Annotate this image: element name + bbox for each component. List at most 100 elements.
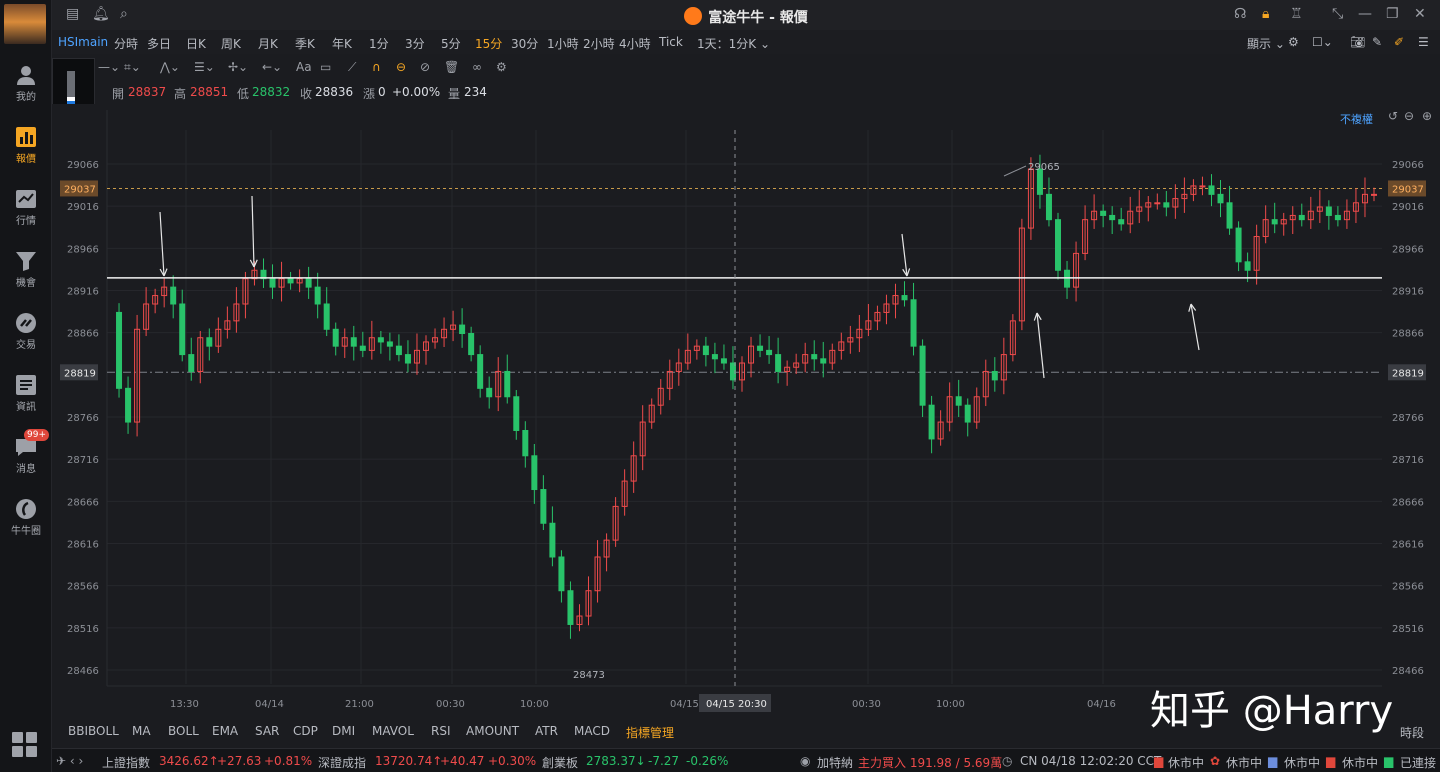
indicator-tab[interactable]: BBIBOLL — [68, 724, 119, 738]
headset-icon[interactable]: ☊ — [1234, 6, 1246, 22]
candle-body — [766, 349, 773, 356]
sidebar-label: 我的 — [16, 92, 36, 103]
user-avatar[interactable] — [4, 4, 46, 44]
tab-timeframe[interactable]: 5分 — [441, 35, 461, 52]
tab-timeframe[interactable]: 周K — [221, 35, 241, 52]
indicator-tab[interactable]: RSI — [431, 724, 451, 738]
y-tick-label-right: 28516 — [1392, 624, 1424, 635]
tab-timeframe[interactable]: 2小時 — [583, 35, 615, 52]
close-icon[interactable]: ✕ — [1414, 6, 1426, 22]
connection-icon: ▆ — [1384, 754, 1394, 768]
wave-tool-icon[interactable]: ⋀⌄ — [160, 60, 180, 74]
hk-flag-icon: ✿ — [1210, 754, 1221, 768]
tab-timeframe[interactable]: Tick — [659, 35, 683, 49]
tab-timeframe[interactable]: 多日 — [147, 35, 171, 52]
symbol-label[interactable]: HSImain — [58, 35, 108, 49]
pin-icon[interactable]: ✈ ‹ › — [56, 754, 83, 768]
indicator-tab[interactable]: CDP — [293, 724, 318, 738]
indicator-tab[interactable]: AMOUNT — [466, 724, 519, 738]
edit-icon[interactable]: ✎ — [1372, 35, 1382, 49]
tab-timeframe[interactable]: 日K — [186, 35, 206, 52]
y-tick-label: 28466 — [67, 666, 99, 677]
sidebar-item-trade[interactable]: 交易 — [0, 304, 52, 356]
y-tick-label-right: 28666 — [1392, 497, 1424, 508]
tab-timeframe[interactable]: 1分 — [369, 35, 389, 52]
indicator-tab[interactable]: MA — [132, 724, 151, 738]
fib-tool-icon[interactable]: ☰⌄ — [194, 60, 215, 74]
eraser-icon[interactable]: ⟋ — [348, 60, 356, 75]
tab-timeframe[interactable]: 季K — [295, 35, 315, 52]
x-tick-label: 10:00 — [520, 699, 549, 710]
indicator-tab[interactable]: SAR — [255, 724, 279, 738]
candle-body — [350, 337, 357, 347]
y-tick-label-right: 28566 — [1392, 582, 1424, 593]
tab-timeframe[interactable]: 月K — [258, 35, 278, 52]
indicator-tab[interactable]: DMI — [332, 724, 355, 738]
tab-timeframe[interactable]: 4小時 — [619, 35, 651, 52]
layout-icon[interactable]: ☐⌄ — [1312, 35, 1333, 49]
cross-tool-icon[interactable]: ✢⌄ — [228, 60, 248, 74]
y-tick-label: 28766 — [67, 413, 99, 424]
tab-timeframe[interactable]: 30分 — [511, 35, 538, 52]
crosshair-x-label: 04/15 20:30 — [706, 699, 767, 710]
tab-timeframe[interactable]: 1小時 — [547, 35, 579, 52]
tab-timeframe-active[interactable]: 15分 — [475, 35, 502, 52]
sidebar-item-quotes[interactable]: 報價 — [0, 118, 52, 170]
restore-icon[interactable]: ❐ — [1386, 6, 1399, 22]
indicator-manage[interactable]: 指標管理 — [626, 724, 674, 741]
lock-icon[interactable]: 🔒︎ — [1262, 6, 1269, 22]
pen-icon[interactable]: ✐ — [1394, 35, 1404, 49]
indicator-tab[interactable]: BOLL — [168, 724, 199, 738]
kline-chart[interactable]: 29066 29066 29016 29016 28966 28966 28916 28916… — [52, 104, 1440, 718]
sidebar-label: 交易 — [16, 340, 36, 351]
camera-icon[interactable]: 📷︎ — [1350, 35, 1365, 49]
candle-body — [1325, 206, 1332, 216]
text-tool-icon[interactable]: Aa — [296, 60, 312, 74]
more-icon[interactable]: ☰ — [1418, 35, 1429, 49]
trash-icon[interactable]: 🗑︎ — [444, 60, 459, 74]
tab-timeframe[interactable]: 年K — [332, 35, 352, 52]
sidebar-item-community[interactable]: 牛牛圈 — [0, 490, 52, 542]
y-tick-label-right: 28466 — [1392, 666, 1424, 677]
zoom-in-icon[interactable]: ⊕ — [1422, 109, 1432, 123]
period-dropdown[interactable]: 1天：1分K ⌄ — [697, 35, 770, 52]
minimize-icon[interactable]: — — [1358, 6, 1372, 22]
news-ticker[interactable]: 主力買入 191.98 / 5.69萬 — [858, 754, 1002, 771]
arrow-tool-icon[interactable]: ←⌄ — [262, 60, 282, 74]
tab-timeframe[interactable]: 分時 — [114, 35, 138, 52]
sidebar-item-messages[interactable]: 99+ 消息 — [0, 428, 52, 480]
candle-body — [1217, 193, 1224, 204]
zoom-out-icon[interactable]: ⊖ — [1404, 109, 1414, 123]
candle-body — [459, 324, 466, 335]
link-icon[interactable]: ∞ — [472, 60, 482, 74]
apps-grid-icon[interactable] — [12, 732, 38, 758]
crop-tool-icon[interactable]: ⌗⌄ — [124, 60, 141, 75]
comment-tool-icon[interactable]: ▭ — [320, 60, 331, 74]
indicator-tab[interactable]: ATR — [535, 724, 558, 738]
reweight-toggle[interactable]: 不複權 — [1340, 111, 1373, 127]
magnet-icon[interactable]: ∩ — [372, 60, 381, 74]
display-dropdown[interactable]: 顯示 ⌄ — [1247, 35, 1285, 52]
candle-body — [702, 345, 709, 356]
shirt-icon[interactable]: ♖ — [1290, 6, 1303, 22]
y-tick-label-right: 28616 — [1392, 540, 1424, 551]
line-tool-icon[interactable]: —⌄ — [98, 60, 120, 74]
indicator-tab[interactable]: MAVOL — [372, 724, 414, 738]
broadcast-icon: ◉ — [800, 754, 811, 768]
gear-icon[interactable]: ⚙ — [496, 60, 507, 74]
indicator-tab[interactable]: EMA — [212, 724, 238, 738]
indicator-tab[interactable]: MACD — [574, 724, 610, 738]
collapse-icon[interactable]: ⤡ — [1332, 6, 1343, 22]
candle-body — [775, 354, 782, 372]
lock-drawing-icon[interactable]: ⊖ — [396, 60, 406, 74]
settings-icon[interactable]: ⚙ — [1288, 35, 1299, 49]
undo-icon[interactable]: ↺ — [1388, 109, 1398, 123]
sidebar-item-me[interactable]: 我的 — [0, 56, 52, 108]
sidebar-item-market[interactable]: 行情 — [0, 180, 52, 232]
session-toggle[interactable]: 時段 — [1400, 724, 1424, 741]
tab-timeframe[interactable]: 3分 — [405, 35, 425, 52]
sidebar-item-news[interactable]: 資訊 — [0, 366, 52, 418]
sidebar-item-opportunity[interactable]: 機會 — [0, 242, 52, 294]
candle-body — [1100, 210, 1107, 216]
hide-drawing-icon[interactable]: ⊘ — [420, 60, 430, 74]
